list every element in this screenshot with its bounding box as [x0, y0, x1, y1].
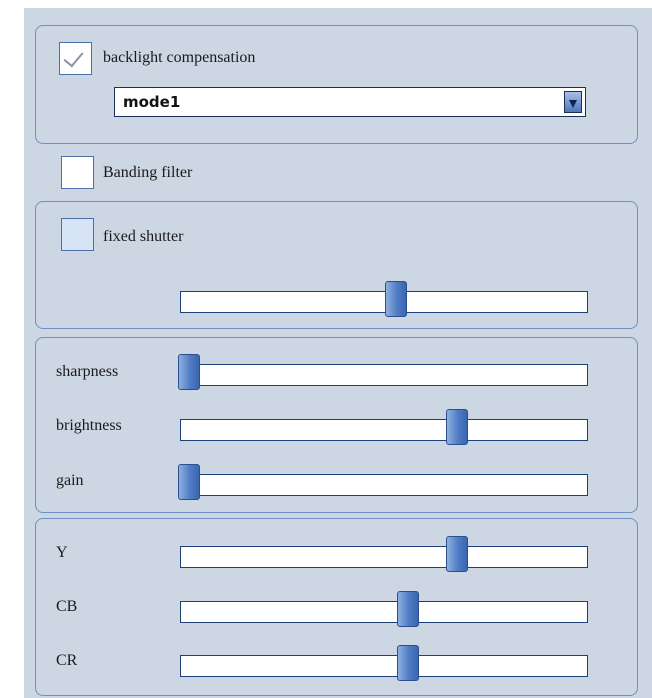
- sharpness-label: sharpness: [56, 363, 119, 380]
- cb-slider-thumb[interactable]: [397, 591, 420, 627]
- gain-slider[interactable]: [178, 464, 588, 500]
- banding-filter-checkbox[interactable]: [61, 156, 94, 189]
- sharpness-slider-thumb[interactable]: [178, 354, 201, 390]
- brightness-slider[interactable]: [180, 409, 588, 445]
- sharpness-slider[interactable]: [178, 354, 588, 390]
- check-icon: [63, 46, 84, 68]
- backlight-label: backlight compensation: [103, 49, 256, 66]
- cb-label: CB: [56, 598, 78, 615]
- shutter-slider[interactable]: [180, 281, 588, 317]
- backlight-mode-select[interactable]: mode1: [114, 87, 586, 117]
- fixed-shutter-label: fixed shutter: [103, 228, 184, 245]
- shutter-slider-thumb[interactable]: [385, 281, 408, 317]
- brightness-label: brightness: [56, 417, 122, 434]
- y-label: Y: [56, 544, 68, 561]
- y-slider[interactable]: [180, 536, 588, 572]
- cb-slider[interactable]: [180, 591, 588, 627]
- backlight-checkbox[interactable]: [59, 42, 92, 75]
- backlight-mode-value: mode1: [123, 93, 181, 111]
- backlight-group: [35, 25, 638, 144]
- cr-slider[interactable]: [180, 645, 588, 681]
- y-slider-thumb[interactable]: [446, 536, 469, 572]
- cr-slider-thumb[interactable]: [397, 645, 420, 681]
- banding-filter-label: Banding filter: [103, 164, 193, 181]
- fixed-shutter-checkbox[interactable]: [61, 218, 94, 251]
- gain-label: gain: [56, 472, 84, 489]
- brightness-slider-thumb[interactable]: [446, 409, 469, 445]
- cr-label: CR: [56, 652, 78, 669]
- chevron-down-icon[interactable]: [564, 91, 582, 113]
- gain-slider-thumb[interactable]: [178, 464, 201, 500]
